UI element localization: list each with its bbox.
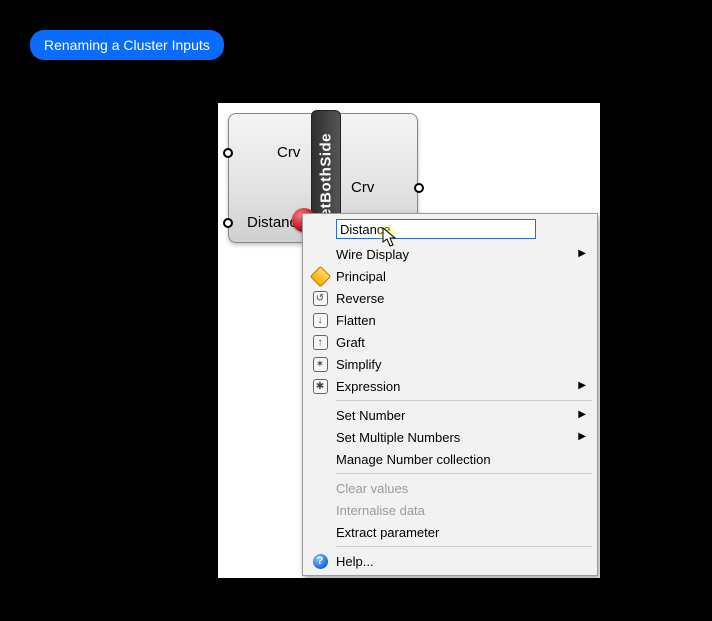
menu-expression[interactable]: ✱ Expression ▶	[306, 375, 594, 397]
grip-out-crv[interactable]	[414, 183, 424, 193]
blank-icon	[310, 523, 330, 541]
menu-label: Set Multiple Numbers	[336, 430, 460, 445]
simplify-icon: ✶	[310, 355, 330, 373]
menu-set-multiple-numbers[interactable]: Set Multiple Numbers ▶	[306, 426, 594, 448]
blank-icon	[310, 479, 330, 497]
menu-separator	[336, 546, 592, 547]
menu-separator	[336, 400, 592, 401]
reverse-icon: ↺	[310, 289, 330, 307]
submenu-arrow-icon: ▶	[578, 431, 586, 442]
rename-input[interactable]	[336, 219, 536, 239]
grasshopper-canvas: setBothSide Crv Distance Crv Wire Displa…	[218, 103, 600, 578]
flatten-icon: ↓	[310, 311, 330, 329]
blank-icon	[310, 428, 330, 446]
menu-wire-display[interactable]: Wire Display ▶	[306, 243, 594, 265]
blank-icon	[310, 450, 330, 468]
submenu-arrow-icon: ▶	[578, 248, 586, 259]
menu-separator	[336, 473, 592, 474]
menu-label: Set Number	[336, 408, 405, 423]
menu-manage-number-collection[interactable]: Manage Number collection	[306, 448, 594, 470]
blank-icon	[310, 245, 330, 263]
menu-label: Internalise data	[336, 503, 425, 518]
menu-set-number[interactable]: Set Number ▶	[306, 404, 594, 426]
grip-in-distance[interactable]	[223, 218, 233, 228]
principal-icon	[310, 267, 330, 285]
menu-label: Clear values	[336, 481, 408, 496]
grip-in-crv[interactable]	[223, 148, 233, 158]
rename-row	[306, 217, 594, 243]
menu-label: Manage Number collection	[336, 452, 491, 467]
menu-label: Flatten	[336, 313, 376, 328]
menu-reverse[interactable]: ↺ Reverse	[306, 287, 594, 309]
output-port-crv[interactable]: Crv	[351, 179, 374, 196]
menu-clear-values: Clear values	[306, 477, 594, 499]
submenu-arrow-icon: ▶	[578, 409, 586, 420]
menu-label: Reverse	[336, 291, 384, 306]
menu-label: Principal	[336, 269, 386, 284]
menu-label: Extract parameter	[336, 525, 439, 540]
menu-help[interactable]: ? Help...	[306, 550, 594, 572]
menu-internalise-data: Internalise data	[306, 499, 594, 521]
page-title-chip: Renaming a Cluster Inputs	[30, 30, 224, 60]
context-menu: Wire Display ▶ Principal ↺ Reverse ↓ Fla…	[302, 213, 598, 576]
menu-label: Simplify	[336, 357, 382, 372]
menu-simplify[interactable]: ✶ Simplify	[306, 353, 594, 375]
input-port-crv[interactable]: Crv	[277, 144, 300, 161]
menu-principal[interactable]: Principal	[306, 265, 594, 287]
blank-icon	[310, 501, 330, 519]
menu-label: Wire Display	[336, 247, 409, 262]
menu-label: Expression	[336, 379, 400, 394]
help-icon: ?	[310, 552, 330, 570]
graft-icon: ↑	[310, 333, 330, 351]
menu-extract-parameter[interactable]: Extract parameter	[306, 521, 594, 543]
menu-label: Help...	[336, 554, 374, 569]
menu-graft[interactable]: ↑ Graft	[306, 331, 594, 353]
blank-icon	[310, 406, 330, 424]
expression-icon: ✱	[310, 377, 330, 395]
menu-flatten[interactable]: ↓ Flatten	[306, 309, 594, 331]
menu-label: Graft	[336, 335, 365, 350]
submenu-arrow-icon: ▶	[578, 380, 586, 391]
